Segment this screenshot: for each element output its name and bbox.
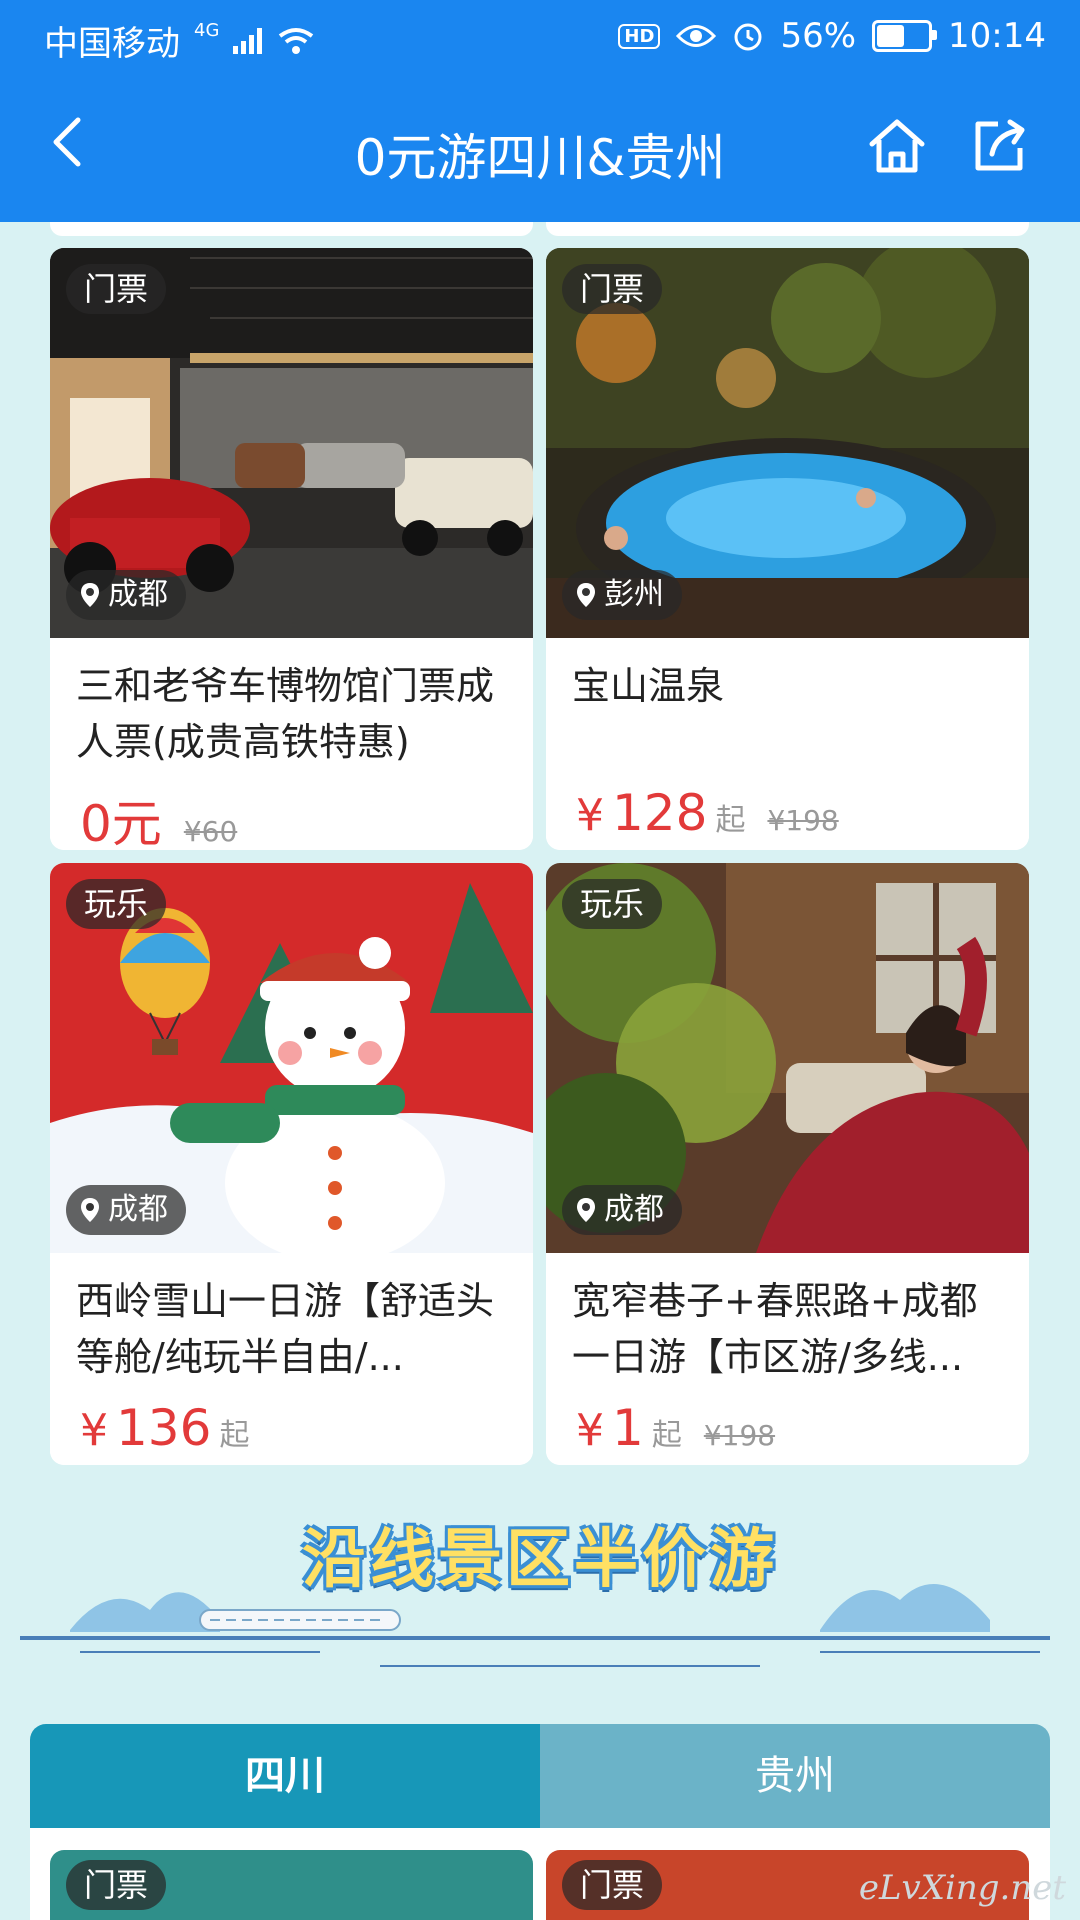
price-row: ¥ 128 起 ¥198 <box>576 784 839 842</box>
price-row: 0元 ¥60 <box>80 784 237 850</box>
battery-percent: 56% <box>780 16 857 56</box>
home-icon[interactable] <box>866 116 928 176</box>
category-tag: 门票 <box>66 1860 167 1910</box>
location-badge: 成都 <box>66 570 186 620</box>
clock: 10:14 <box>948 16 1046 56</box>
category-tag: 门票 <box>562 1860 663 1910</box>
product-title: 三和老爷车博物馆门票成人票(成贵高铁特惠) <box>76 664 495 764</box>
product-title: 宽窄巷子+春熙路+成都一日游【市区游/多线... <box>572 1279 978 1379</box>
currency-symbol: ¥ <box>80 1405 108 1456</box>
location-badge: 成都 <box>562 1185 682 1235</box>
card-body: 三和老爷车博物馆门票成人票(成贵高铁特惠) 0元 ¥60 <box>50 638 533 850</box>
wifi-icon <box>279 27 314 54</box>
category-tag: 门票 <box>562 264 663 314</box>
original-price: ¥198 <box>703 1419 776 1452</box>
category-tag: 玩乐 <box>66 879 167 929</box>
product-card[interactable]: 门票 彭州 宝山温泉 ¥ 128 起 ¥198 <box>546 248 1029 850</box>
region-tabs: 四川 贵州 <box>30 1724 1050 1828</box>
tab-sichuan[interactable]: 四川 <box>30 1724 540 1828</box>
top-bar: 中国移动 4G HD 56% 10:14 0元游四川&贵州 <box>0 0 1080 222</box>
price-row: ¥ 136 起 <box>80 1399 249 1457</box>
currency-symbol: ¥ <box>576 1405 604 1456</box>
location-label: 彭州 <box>604 577 664 612</box>
location-badge: 彭州 <box>562 570 682 620</box>
sale-price: 1 <box>612 1399 644 1457</box>
category-tag: 门票 <box>66 264 167 314</box>
original-price: ¥198 <box>767 804 839 837</box>
watermark: eLvXing.net <box>858 1868 1066 1908</box>
section-banner: 沿线景区半价游 <box>0 1500 1080 1690</box>
product-card[interactable]: 门票 成都 三和老爷车博物馆门票成人票(成贵高铁特惠) 0元 ¥60 <box>50 248 533 850</box>
card-body: 西岭雪山一日游【舒适头等舱/纯玩半自由/... ¥ 136 起 <box>50 1253 533 1465</box>
location-pin-icon <box>81 1198 99 1222</box>
card-body: 宝山温泉 ¥ 128 起 ¥198 <box>546 638 1029 850</box>
product-card[interactable]: 玩乐 成都 西岭雪山一日游【舒适头等舱/纯玩半自由/... ¥ 136 起 <box>50 863 533 1465</box>
location-label: 成都 <box>108 1192 168 1227</box>
signal-icon <box>233 27 263 54</box>
price-suffix: 起 <box>651 1418 682 1453</box>
hd-icon: HD <box>618 23 661 49</box>
card-body: 宽窄巷子+春熙路+成都一日游【市区游/多线... ¥ 1 起 ¥198 <box>546 1253 1029 1465</box>
tab-guizhou[interactable]: 贵州 <box>540 1724 1050 1828</box>
previous-card-bottom <box>546 222 1029 236</box>
location-label: 成都 <box>604 1192 664 1227</box>
price-suffix: 起 <box>715 803 746 838</box>
status-bar: 中国移动 4G HD 56% 10:14 <box>0 0 1080 76</box>
previous-card-bottom <box>50 222 533 236</box>
app-bar: 0元游四川&贵州 <box>0 88 1080 208</box>
location-pin-icon <box>577 583 595 607</box>
price-row: ¥ 1 起 ¥198 <box>576 1399 775 1457</box>
sale-price: 128 <box>612 784 708 842</box>
battery-icon <box>872 20 938 52</box>
product-card[interactable]: 玩乐 成都 宽窄巷子+春熙路+成都一日游【市区游/多线... ¥ 1 起 ¥19… <box>546 863 1029 1465</box>
product-title: 宝山温泉 <box>572 664 725 708</box>
carrier-name: 中国移动 <box>44 24 180 64</box>
location-pin-icon <box>577 1198 595 1222</box>
eye-icon <box>676 25 717 47</box>
network-type: 4G <box>194 20 220 41</box>
next-card-preview[interactable]: 门票 <box>50 1850 533 1920</box>
original-price: ¥60 <box>183 815 238 848</box>
currency-symbol: ¥ <box>576 790 604 841</box>
price-suffix: 起 <box>219 1418 250 1453</box>
product-title: 西岭雪山一日游【舒适头等舱/纯玩半自由/... <box>76 1279 495 1379</box>
sale-price: 136 <box>116 1399 212 1457</box>
location-badge: 成都 <box>66 1185 186 1235</box>
sale-price: 0元 <box>80 795 162 850</box>
alarm-icon <box>734 23 762 51</box>
location-pin-icon <box>81 583 99 607</box>
banner-title: 沿线景区半价游 <box>302 1523 778 1597</box>
share-icon[interactable] <box>970 116 1030 176</box>
location-label: 成都 <box>108 577 168 612</box>
category-tag: 玩乐 <box>562 879 663 929</box>
